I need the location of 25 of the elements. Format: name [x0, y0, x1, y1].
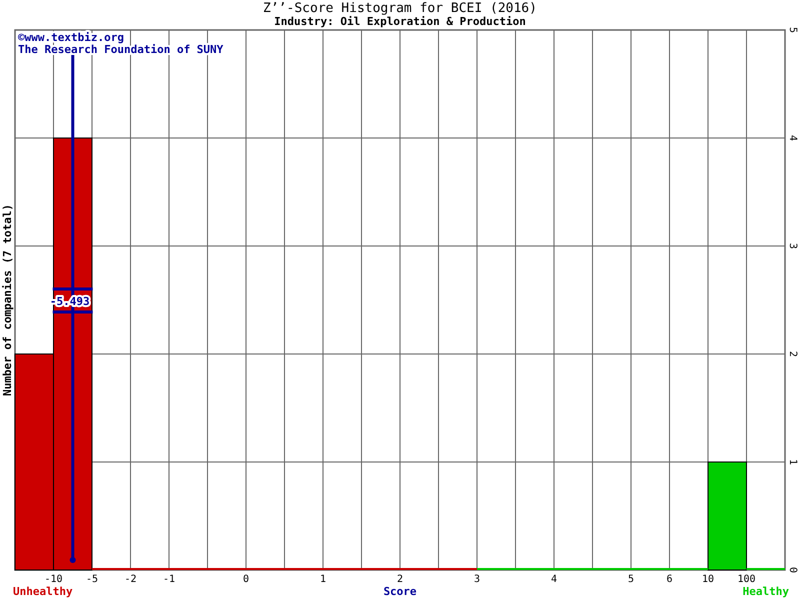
x-tick-label: 10 — [702, 574, 714, 585]
y-tick-label: 1 — [787, 458, 798, 466]
x-tick-label: -10 — [44, 574, 63, 585]
x-tick-label: 1 — [320, 574, 326, 585]
x-tick-label: 100 — [737, 574, 756, 585]
x-tick-label: 6 — [666, 574, 673, 585]
unhealthy-label: Unhealthy — [13, 585, 73, 598]
x-tick-label: 0 — [242, 574, 250, 585]
healthy-label: Healthy — [742, 585, 789, 598]
x-axis-title: Score — [383, 585, 417, 598]
y-tick-label: 0 — [787, 566, 798, 574]
chart-title: Z’’-Score Histogram for BCEI (2016) — [263, 1, 537, 16]
y-tick-label: 5 — [787, 26, 798, 34]
x-tick-label: -1 — [162, 574, 176, 585]
y-tick-label: 3 — [787, 242, 798, 250]
y-tick-label: 4 — [787, 134, 798, 142]
x-tick-label: -2 — [124, 574, 137, 585]
x-tick-label: 5 — [628, 574, 634, 585]
x-tick-label: 4 — [550, 574, 558, 585]
y-tick-label: 2 — [787, 350, 798, 358]
x-tick-label: -5 — [86, 574, 98, 585]
x-tick-label: 3 — [474, 574, 480, 585]
x-tick-label: 2 — [396, 574, 404, 585]
y-axis-title: Number of companies (7 total) — [1, 204, 14, 396]
chart-subtitle: Industry: Oil Exploration & Production — [274, 15, 526, 28]
